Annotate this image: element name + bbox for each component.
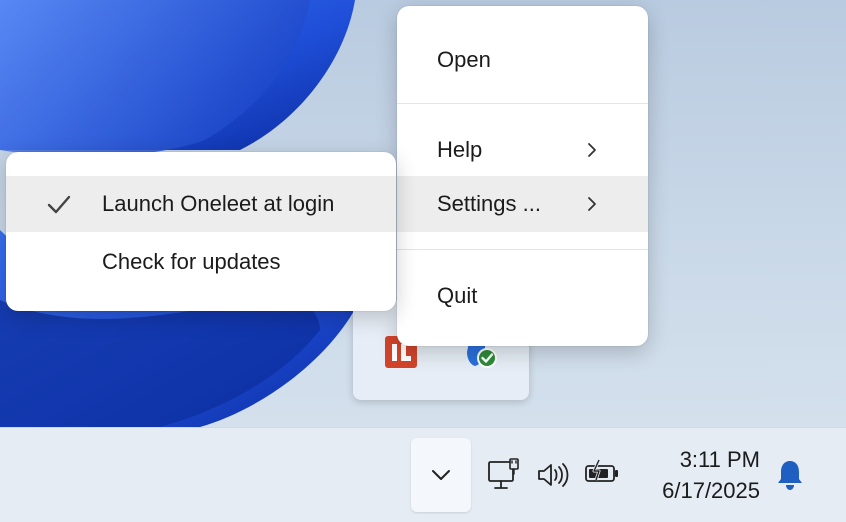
battery-icon[interactable] xyxy=(584,458,620,488)
menu-item-open[interactable]: Open xyxy=(397,28,648,92)
volume-icon[interactable] xyxy=(536,460,570,490)
clock-time: 3:11 PM xyxy=(679,447,760,472)
submenu-item-launch-at-login[interactable]: Launch Oneleet at login xyxy=(6,176,396,232)
menu-item-help[interactable]: Help xyxy=(397,122,648,178)
submenu-item-label: Check for updates xyxy=(102,249,281,274)
tray-context-menu: Open Help Settings ... Quit xyxy=(397,6,648,346)
taskbar: 3:11 PM 6/17/2025 xyxy=(0,427,846,522)
network-icon[interactable] xyxy=(487,458,523,492)
chevron-right-icon xyxy=(588,143,596,157)
menu-item-label: Quit xyxy=(437,283,478,308)
system-clock[interactable]: 3:11 PM 6/17/2025 xyxy=(662,444,760,506)
chevron-right-icon xyxy=(588,197,596,211)
menu-separator xyxy=(397,249,648,250)
settings-submenu: Launch Oneleet at login Check for update… xyxy=(6,152,396,311)
menu-item-label: Settings ... xyxy=(437,191,541,216)
menu-item-label: Help xyxy=(437,137,483,162)
submenu-item-label: Launch Oneleet at login xyxy=(102,191,335,216)
menu-item-label: Open xyxy=(437,47,491,72)
clock-date: 6/17/2025 xyxy=(662,478,760,503)
notification-bell-icon[interactable] xyxy=(775,458,805,492)
menu-item-quit[interactable]: Quit xyxy=(397,268,648,324)
menu-separator xyxy=(397,103,648,104)
checkmark-icon xyxy=(47,195,71,214)
menu-item-settings[interactable]: Settings ... xyxy=(397,176,648,232)
show-hidden-icons-button[interactable] xyxy=(411,438,471,512)
submenu-item-check-for-updates[interactable]: Check for updates xyxy=(6,234,396,290)
chevron-up-icon xyxy=(432,470,450,480)
